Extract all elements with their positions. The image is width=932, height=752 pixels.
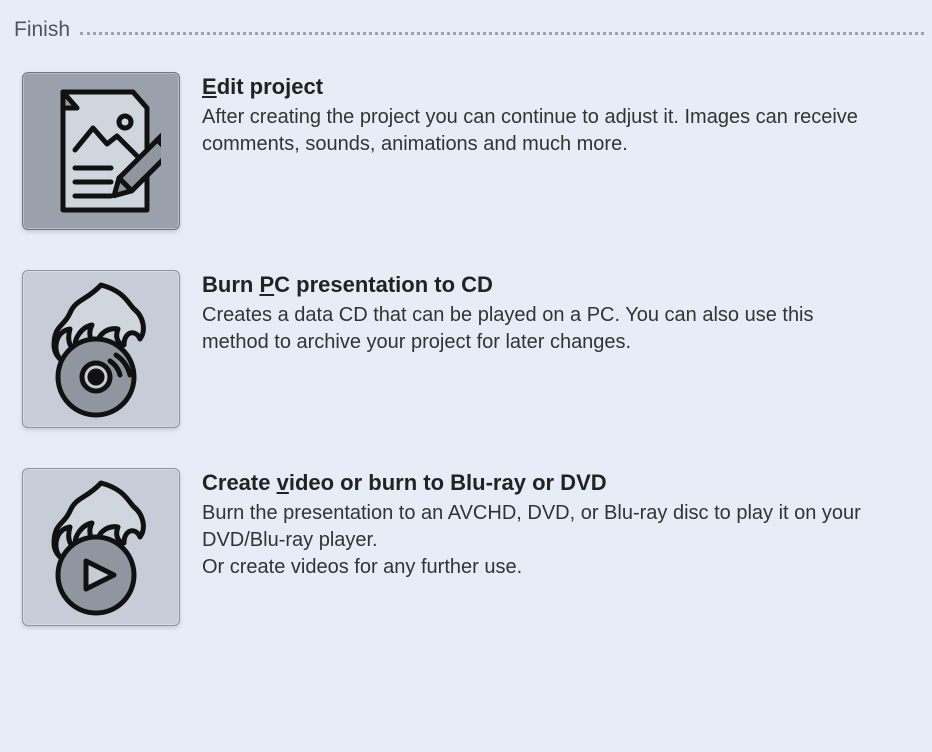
- document-edit-icon: [22, 72, 180, 230]
- option-description: After creating the project you can conti…: [202, 104, 862, 158]
- option-description: Burn the presentation to an AVCHD, DVD, …: [202, 500, 862, 581]
- section-header: Finish: [8, 18, 924, 42]
- option-edit-project[interactable]: Edit project After creating the project …: [22, 72, 924, 230]
- section-title: Finish: [14, 18, 80, 42]
- option-title: Burn PC presentation to CD: [202, 272, 862, 298]
- burn-play-icon: [22, 468, 180, 626]
- option-title: Create video or burn to Blu-ray or DVD: [202, 470, 862, 496]
- burn-disc-icon: [22, 270, 180, 428]
- option-create-video-dvd[interactable]: Create video or burn to Blu-ray or DVD B…: [22, 468, 924, 626]
- option-description: Creates a data CD that can be played on …: [202, 302, 862, 356]
- option-title: Edit project: [202, 74, 862, 100]
- option-burn-pc-cd[interactable]: Burn PC presentation to CD Creates a dat…: [22, 270, 924, 428]
- divider-dotted: [80, 32, 924, 35]
